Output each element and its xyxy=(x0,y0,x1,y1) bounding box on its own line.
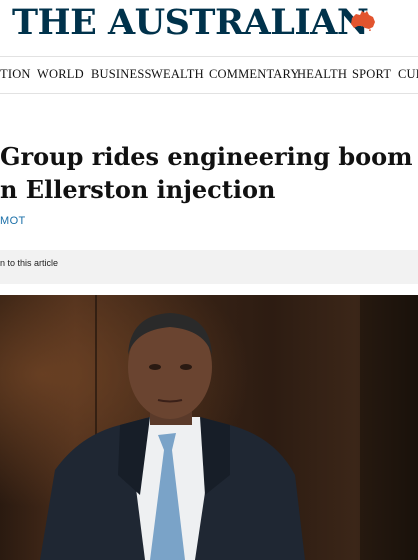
nav-item-edition[interactable]: TION xyxy=(0,67,31,82)
nav-item-culture[interactable]: CUL xyxy=(398,67,418,82)
nav-item-sport[interactable]: SPORT xyxy=(352,67,391,82)
nav-item-commentary[interactable]: COMMENTARY xyxy=(209,67,300,82)
article-headline: Group rides engineering boom with n Elle… xyxy=(0,140,418,206)
nav-item-health[interactable]: HEALTH xyxy=(297,67,347,82)
site-logo[interactable]: THE AUSTRALIAN xyxy=(12,2,369,43)
headline-line-2: n Ellerston injection xyxy=(0,175,276,204)
listen-bar[interactable]: n to this article xyxy=(0,250,418,284)
masthead: THE AUSTRALIAN xyxy=(0,0,418,56)
portrait-photo xyxy=(0,295,418,560)
nav-item-wealth[interactable]: WEALTH xyxy=(151,67,204,82)
author-byline[interactable]: MOT xyxy=(0,215,26,227)
nav-item-world[interactable]: WORLD xyxy=(37,67,84,82)
australia-map-icon xyxy=(351,11,375,31)
headline-line-1: Group rides engineering boom with xyxy=(0,142,418,171)
listen-label: n to this article xyxy=(0,258,59,268)
section-nav: TION WORLD BUSINESS WEALTH COMMENTARY HE… xyxy=(0,56,418,94)
nav-item-business[interactable]: BUSINESS xyxy=(91,67,152,82)
article-hero-image xyxy=(0,295,418,560)
